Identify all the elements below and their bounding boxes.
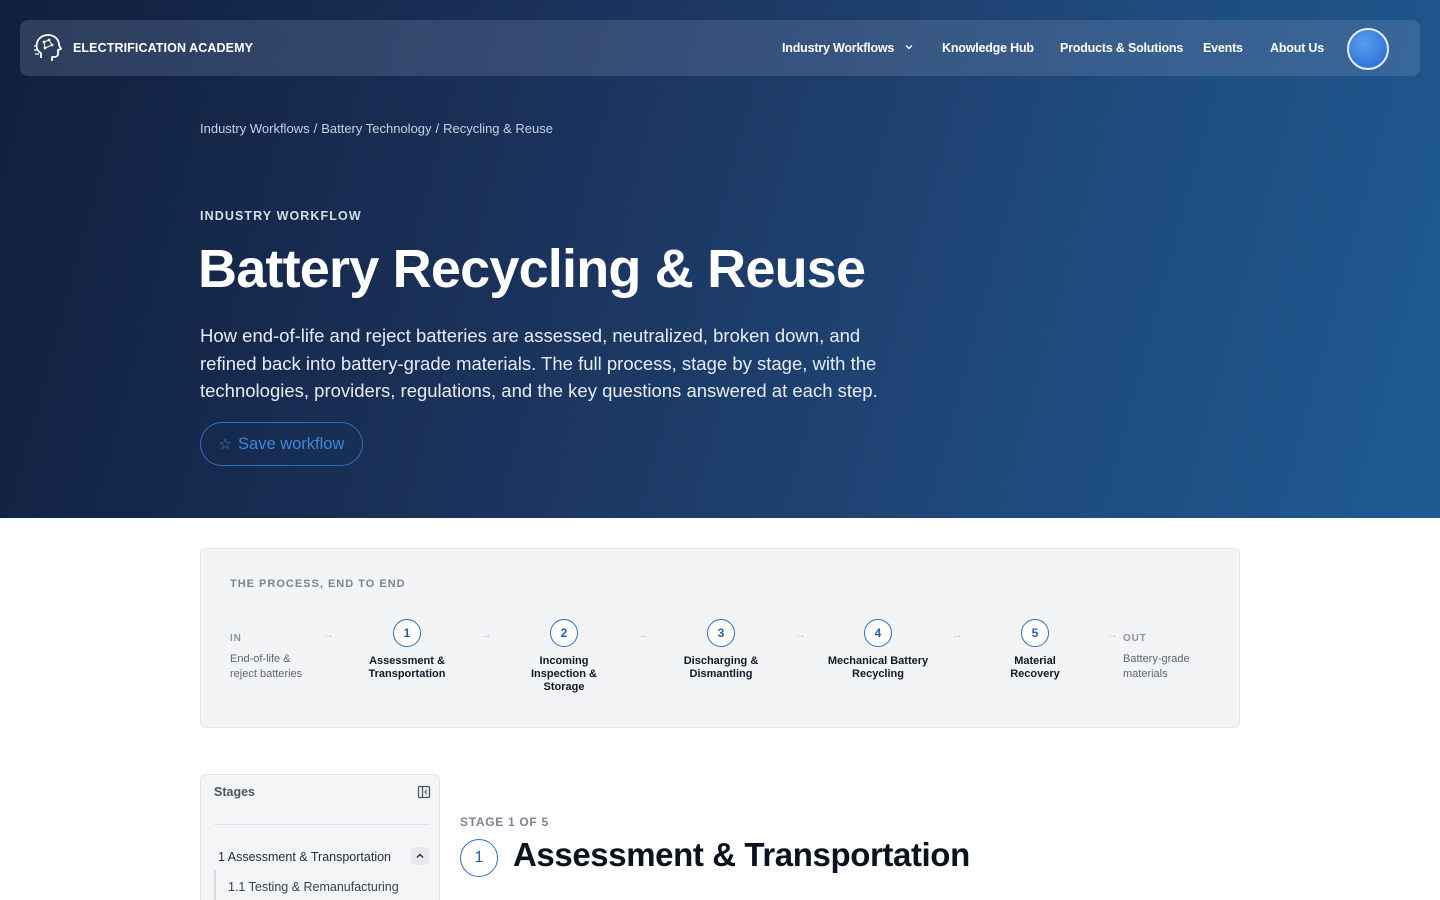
page-title: Battery Recycling & Reuse [198, 239, 866, 299]
process-input: IN End-of-life & reject batteries [230, 633, 320, 682]
sidebar-subitem-1-1[interactable]: 1.1 Testing & Remanufacturing [228, 880, 399, 894]
process-overview: THE PROCESS, END TO END IN End-of-life &… [200, 548, 1240, 728]
process-step-1[interactable]: 1 Assessment & Transportation [347, 619, 467, 681]
top-navbar: ELECTRIFICATION ACADEMY Industry Workflo… [20, 20, 1420, 76]
stage-title: Assessment & Transportation [513, 836, 970, 873]
nav-about-us[interactable]: About Us [1270, 41, 1324, 55]
arrow-right-icon: → [481, 629, 492, 641]
nav-industry-workflows-label: Industry Workflows [782, 41, 895, 55]
sidebar-item-stage-1[interactable]: 1 Assessment & Transportation [218, 850, 391, 864]
step-name: Incoming Inspection & Storage [530, 655, 597, 693]
breadcrumb-battery-technology[interactable]: Battery Technology [321, 121, 431, 136]
sidebar-collapse-icon[interactable] [417, 785, 431, 799]
hero-eyebrow: INDUSTRY WORKFLOW [200, 209, 362, 223]
step-number: 4 [864, 619, 892, 647]
breadcrumb-current: Recycling & Reuse [443, 121, 553, 136]
arrow-right-icon: → [323, 629, 334, 641]
arrow-right-icon: → [637, 629, 648, 641]
chevron-up-icon [416, 853, 424, 858]
process-step-4[interactable]: 4 Mechanical Battery Recycling [818, 619, 938, 681]
nav-links: Industry Workflows Knowledge Hub Product… [20, 20, 1420, 76]
process-step-5[interactable]: 5 Material Recovery [975, 619, 1095, 681]
save-workflow-button[interactable]: ☆ Save workflow [200, 422, 363, 466]
process-label: THE PROCESS, END TO END [230, 578, 406, 590]
breadcrumb-separator: / [435, 121, 440, 136]
step-number: 1 [393, 619, 421, 647]
step-name: Assessment & Transportation [368, 655, 446, 680]
nav-events[interactable]: Events [1203, 41, 1243, 55]
breadcrumb-separator: / [313, 121, 318, 136]
process-step-3[interactable]: 3 Discharging & Dismantling [661, 619, 781, 681]
step-name: Material Recovery [1010, 655, 1060, 680]
process-output-tag: OUT [1123, 633, 1147, 644]
divider [214, 824, 429, 825]
hero-section: ELECTRIFICATION ACADEMY Industry Workflo… [0, 0, 1440, 518]
arrow-right-icon: → [952, 629, 963, 641]
stage-expand-toggle[interactable] [411, 847, 429, 865]
nav-industry-workflows[interactable]: Industry Workflows [782, 41, 914, 55]
hero-description: How end-of-life and reject batteries are… [200, 325, 878, 401]
arrow-right-icon: → [795, 629, 806, 641]
breadcrumb-industry-workflows[interactable]: Industry Workflows [200, 121, 310, 136]
step-number: 2 [550, 619, 578, 647]
nav-products-solutions[interactable]: Products & Solutions [1060, 41, 1183, 55]
stage-eyebrow: STAGE 1 OF 5 [460, 815, 549, 829]
process-output: OUT Battery-grade materials [1123, 633, 1223, 682]
sub-item-rail [214, 870, 216, 900]
process-output-text: Battery-grade materials [1123, 653, 1190, 680]
stage-number-badge: 1 [460, 839, 498, 877]
process-step-2[interactable]: 2 Incoming Inspection & Storage [504, 619, 624, 694]
step-number: 5 [1021, 619, 1049, 647]
star-icon: ☆ [218, 436, 233, 453]
step-name: Mechanical Battery Recycling [827, 655, 929, 680]
stages-title: Stages [214, 785, 255, 799]
breadcrumb: Industry Workflows / Battery Technology / Re… [200, 121, 553, 136]
user-avatar[interactable] [1347, 28, 1389, 70]
nav-knowledge-hub[interactable]: Knowledge Hub [942, 41, 1034, 55]
process-input-text: End-of-life & reject batteries [230, 653, 303, 680]
step-name: Discharging & Dismantling [683, 655, 759, 680]
stages-sidebar: Stages 1 Assessment & Transportation 1.1… [200, 774, 440, 900]
arrow-right-icon: → [1107, 629, 1118, 641]
step-number: 3 [707, 619, 735, 647]
save-workflow-label: Save workflow [238, 434, 345, 453]
process-input-tag: IN [230, 633, 242, 644]
chevron-down-icon [905, 44, 913, 50]
